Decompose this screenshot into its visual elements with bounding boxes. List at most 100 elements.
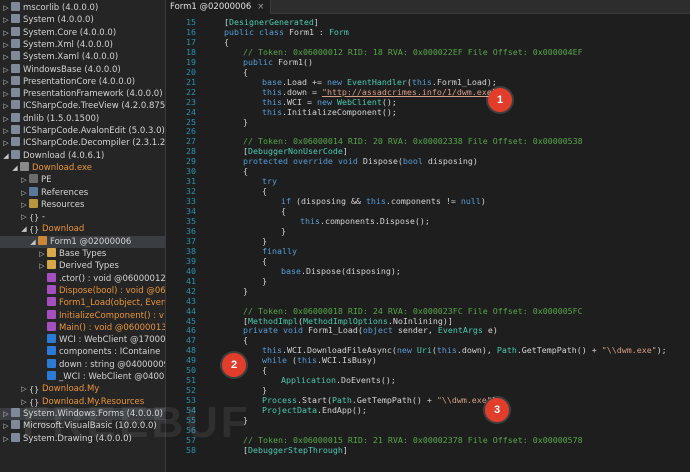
tree-item[interactable]: ▷ Resources bbox=[0, 198, 165, 211]
expand-arrow-icon[interactable]: ◢ bbox=[2, 150, 10, 162]
tab-title: Form1 @02000006 bbox=[170, 2, 252, 12]
expand-arrow-icon[interactable]: ▷ bbox=[20, 174, 28, 186]
tree-item-label: Main() : void @06000013 bbox=[59, 322, 166, 333]
tree-item-label: _WCI : WebClient @0400 bbox=[59, 372, 165, 382]
tree-item[interactable]: ▷ ICSharpCode.TreeView (4.2.0.8752) bbox=[0, 100, 166, 112]
tree-item-label: down : string @04000009 bbox=[59, 359, 166, 370]
tree-item-label: Derived Types bbox=[59, 261, 119, 272]
tree-item[interactable]: ▷ ICSharpCode.Decompiler (2.3.1.2935) bbox=[0, 137, 166, 149]
tree-item-label: ICSharpCode.AvalonEdit (5.0.3.0) bbox=[23, 126, 165, 136]
ns-icon: {} bbox=[29, 213, 40, 223]
tree-item-label: mscorlib (4.0.0.0) bbox=[23, 3, 99, 13]
code-line: ProjectData.EndApp(); bbox=[262, 405, 367, 416]
tree-item-label: - bbox=[42, 212, 46, 223]
tree-item-label: Download (4.0.6.1) bbox=[23, 150, 105, 161]
expand-arrow-icon[interactable]: ▷ bbox=[2, 88, 10, 100]
asm-icon bbox=[11, 100, 20, 110]
tree-item[interactable]: ▷ dnlib (1.5.0.1500) bbox=[0, 112, 165, 125]
method-icon bbox=[47, 297, 56, 307]
expand-arrow-icon[interactable]: ▷ bbox=[2, 14, 10, 26]
tree-item-label: WCI : WebClient @17000 bbox=[59, 335, 166, 346]
tree-item-label: References bbox=[41, 187, 89, 198]
ns-icon: {} bbox=[29, 385, 40, 395]
tree-item-label: Form1_Load(object, Even bbox=[59, 298, 166, 309]
asm-icon bbox=[11, 63, 20, 73]
tree-item-label: .ctor() : void @06000012 bbox=[59, 273, 166, 284]
expand-arrow-icon[interactable]: ◢ bbox=[20, 223, 28, 235]
expand-arrow-icon[interactable]: ▷ bbox=[20, 187, 28, 199]
expand-arrow-icon[interactable]: ▷ bbox=[2, 125, 10, 137]
tree-item-label: ICSharpCode.TreeView (4.2.0.8752) bbox=[23, 101, 166, 112]
tree-item[interactable]: ▷{} - bbox=[0, 211, 165, 223]
tab-form1[interactable]: Form1 @02000006 × bbox=[166, 0, 272, 14]
tree-item[interactable]: ◢{} Download bbox=[0, 223, 165, 235]
tree-item[interactable]: ◢ Form1 @02000006 bbox=[0, 235, 165, 248]
expand-arrow-icon[interactable]: ▷ bbox=[2, 420, 10, 432]
expand-arrow-icon[interactable]: ▷ bbox=[20, 211, 28, 223]
code-line: private void Form1_Load(object sender, E… bbox=[243, 325, 498, 336]
expand-arrow-icon[interactable]: ▷ bbox=[38, 248, 46, 260]
code-line: { bbox=[262, 255, 267, 266]
expand-arrow-icon[interactable]: ◢ bbox=[11, 162, 19, 174]
tree-item-label: PresentationFramework (4.0.0.0) bbox=[23, 89, 163, 100]
tree-item-label: Download.exe bbox=[32, 162, 93, 173]
expand-arrow-icon[interactable]: ▷ bbox=[2, 113, 10, 125]
expand-arrow-icon[interactable]: ▷ bbox=[2, 76, 10, 88]
ns-icon: {} bbox=[29, 225, 40, 235]
expand-arrow-icon[interactable]: ▷ bbox=[2, 64, 10, 76]
asm-icon bbox=[11, 149, 20, 159]
expand-arrow-icon[interactable]: ▷ bbox=[2, 51, 10, 63]
tree-item[interactable]: ▷ PresentationFramework (4.0.0.0) bbox=[0, 88, 165, 100]
expand-arrow-icon[interactable]: ▷ bbox=[2, 100, 10, 112]
method-icon bbox=[47, 321, 56, 331]
tree-item-label: PresentationCore (4.0.0.0) bbox=[23, 76, 136, 87]
expand-arrow-icon[interactable]: ▷ bbox=[2, 408, 10, 420]
tree-item[interactable]: ▷ Base Types bbox=[0, 248, 165, 260]
tree-item[interactable]: ▷ System.Xml (4.0.0.0) bbox=[0, 38, 165, 51]
tree-item[interactable]: Form1_Load(object, Even bbox=[0, 297, 166, 309]
expand-arrow-icon[interactable]: ▷ bbox=[38, 260, 46, 272]
editor-tab-bar: Form1 @02000006 × bbox=[166, 0, 690, 14]
tree-item[interactable]: ▷ System.Xaml (4.0.0.0) bbox=[0, 51, 165, 63]
tree-item[interactable]: ▷ Derived Types bbox=[0, 260, 165, 272]
expand-arrow-icon[interactable]: ▷ bbox=[2, 39, 10, 51]
field-icon bbox=[47, 358, 56, 368]
tree-item[interactable]: ▷ System.Core (4.0.0.0) bbox=[0, 26, 165, 39]
expand-arrow-icon[interactable]: ▷ bbox=[20, 383, 28, 395]
tree-item-label: ICSharpCode.Decompiler (2.3.1.2935) bbox=[23, 138, 166, 149]
expand-arrow-icon[interactable]: ▷ bbox=[20, 199, 28, 211]
code-line: } bbox=[243, 116, 248, 127]
code-line: { bbox=[262, 365, 267, 376]
folder-icon bbox=[47, 260, 56, 270]
tree-item[interactable]: ▷{} Download.My bbox=[0, 383, 165, 395]
tree-item[interactable]: ◢ Download (4.0.6.1) bbox=[0, 149, 165, 162]
close-icon[interactable]: × bbox=[257, 2, 264, 12]
tree-item[interactable]: .ctor() : void @06000012 bbox=[0, 272, 166, 285]
tree-item[interactable]: Dispose(bool) : void @06 bbox=[0, 284, 165, 297]
expand-arrow-icon[interactable]: ▷ bbox=[2, 433, 10, 445]
tree-item[interactable]: ▷ mscorlib (4.0.0.0) bbox=[0, 2, 165, 14]
tree-item-label: System.Xaml (4.0.0.0) bbox=[23, 52, 119, 63]
tree-item[interactable]: components : IContaine bbox=[0, 346, 165, 358]
asm-icon bbox=[11, 51, 20, 61]
field-icon bbox=[47, 334, 56, 344]
tree-item[interactable]: ▷ PresentationCore (4.0.0.0) bbox=[0, 75, 165, 88]
tree-item[interactable]: Main() : void @06000013 bbox=[0, 321, 166, 334]
tree-item[interactable]: _WCI : WebClient @0400 bbox=[0, 371, 165, 383]
tree-item[interactable]: ▷ WindowsBase (4.0.0.0) bbox=[0, 63, 165, 76]
expand-arrow-icon[interactable]: ▷ bbox=[2, 2, 10, 14]
tree-item[interactable]: ▷ System (4.0.0.0) bbox=[0, 14, 165, 26]
tree-item[interactable]: ◢ Download.exe bbox=[0, 161, 165, 174]
expand-arrow-icon[interactable]: ▷ bbox=[2, 27, 10, 39]
tree-item[interactable]: down : string @04000009 bbox=[0, 358, 166, 371]
tree-item[interactable]: ▷ PE bbox=[0, 174, 165, 186]
tree-item-label: InitializeComponent() : v bbox=[59, 310, 164, 321]
tree-item[interactable]: InitializeComponent() : v bbox=[0, 309, 165, 322]
tree-item[interactable]: ▷ ICSharpCode.AvalonEdit (5.0.3.0) bbox=[0, 125, 165, 137]
expand-arrow-icon[interactable]: ▷ bbox=[2, 137, 10, 149]
code-line: { bbox=[224, 36, 229, 47]
tree-item[interactable]: ▷ References bbox=[0, 186, 165, 199]
tree-item[interactable]: WCI : WebClient @17000 bbox=[0, 334, 166, 346]
ref-icon bbox=[29, 186, 38, 196]
expand-arrow-icon[interactable]: ◢ bbox=[29, 236, 37, 248]
